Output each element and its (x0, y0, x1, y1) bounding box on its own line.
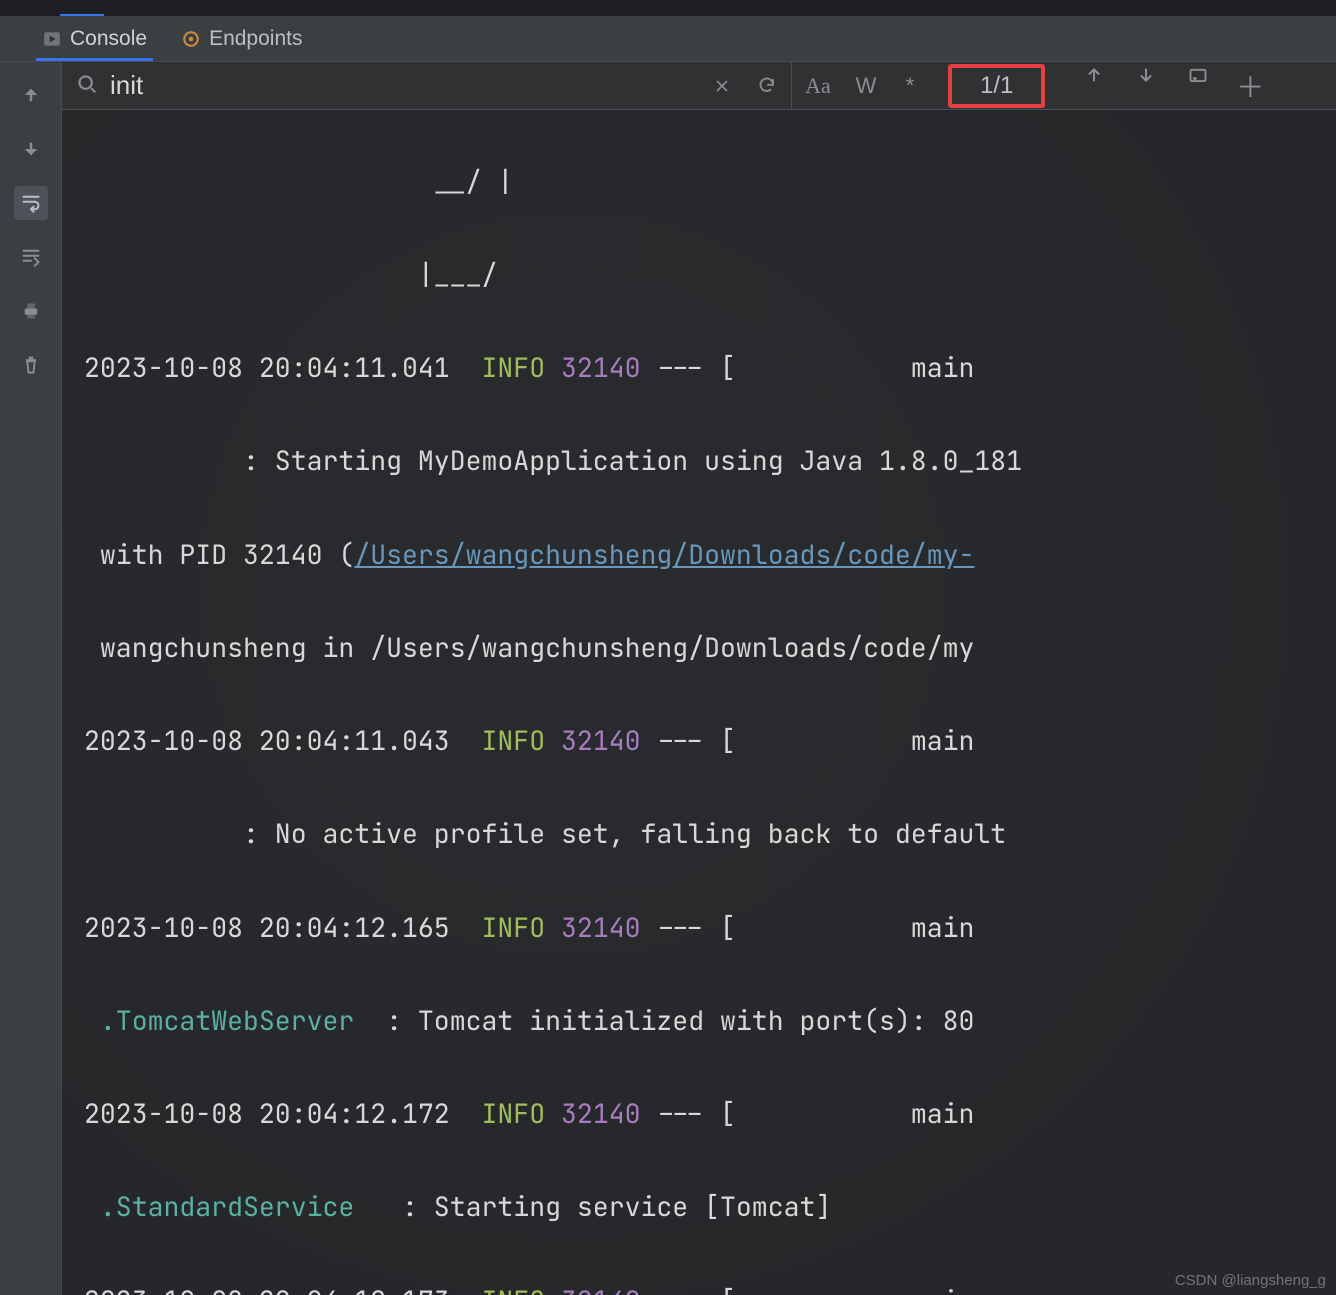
log-line: : No active profile set, falling back to… (84, 811, 1336, 858)
editor-tabs (0, 0, 1336, 16)
log-line: 2023-10-08 20:04:11.043 INFO 32140 --- [… (84, 718, 1336, 765)
tool-window-tabs: Console Endpoints (0, 16, 1336, 62)
log-line: .StandardService : Starting service [Tom… (84, 1184, 1336, 1231)
words-button[interactable]: W (844, 62, 888, 109)
log-line: 2023-10-08 20:04:12.165 INFO 32140 --- [… (84, 905, 1336, 952)
tab-console-label: Console (70, 27, 147, 51)
log-line: __/ | (84, 159, 1336, 206)
log-line: with PID 32140 (/Users/wangchunsheng/Dow… (84, 532, 1336, 579)
run-config-tab[interactable] (60, 0, 104, 16)
console-output[interactable]: __/ | |___/ 2023-10-08 20:04:11.041 INFO… (62, 110, 1336, 1295)
prev-match-button[interactable] (1071, 66, 1117, 84)
filter-button[interactable] (1175, 66, 1221, 86)
endpoints-icon (181, 29, 201, 49)
file-path-link[interactable]: /Users/wangchunsheng/Downloads/code/my- (354, 537, 974, 572)
soft-wrap-button[interactable] (14, 186, 48, 220)
add-button[interactable]: ＋ (1227, 66, 1273, 106)
ide-root: Console Endpoints (0, 0, 1336, 1295)
log-line: wangchunsheng in /Users/wangchunsheng/Do… (84, 625, 1336, 672)
log-line: .TomcatWebServer : Tomcat initialized wi… (84, 998, 1336, 1045)
log-line: 2023-10-08 20:04:12.173 INFO 32140 --- [… (84, 1278, 1336, 1295)
print-button[interactable] (14, 294, 48, 328)
log-line: : Starting MyDemoApplication using Java … (84, 438, 1336, 485)
scroll-up-button[interactable] (14, 78, 48, 112)
scroll-to-end-button[interactable] (14, 240, 48, 274)
clear-all-button[interactable] (14, 348, 48, 382)
tab-endpoints[interactable]: Endpoints (179, 16, 304, 61)
search-result-counter: 1/1 (948, 64, 1045, 108)
match-case-button[interactable]: Aa (792, 62, 844, 109)
log-line: 2023-10-08 20:04:11.041 INFO 32140 --- [… (84, 345, 1336, 392)
console-side-toolbar (0, 62, 62, 1295)
clear-search-button[interactable] (699, 62, 745, 109)
search-input[interactable] (108, 69, 689, 102)
next-match-button[interactable] (1123, 66, 1169, 84)
log-line: 2023-10-08 20:04:12.172 INFO 32140 --- [… (84, 1091, 1336, 1138)
tab-console[interactable]: Console (40, 16, 149, 61)
play-console-icon (42, 29, 62, 49)
regex-button[interactable]: * (888, 62, 932, 109)
tab-endpoints-label: Endpoints (209, 27, 302, 51)
search-icon (76, 73, 98, 98)
log-line: |___/ (84, 252, 1336, 299)
watermark: CSDN @liangsheng_g (1175, 1272, 1326, 1289)
console-search-bar: Aa W * 1/1 ＋ (62, 62, 1336, 110)
scroll-down-button[interactable] (14, 132, 48, 166)
search-history-button[interactable] (745, 62, 791, 109)
